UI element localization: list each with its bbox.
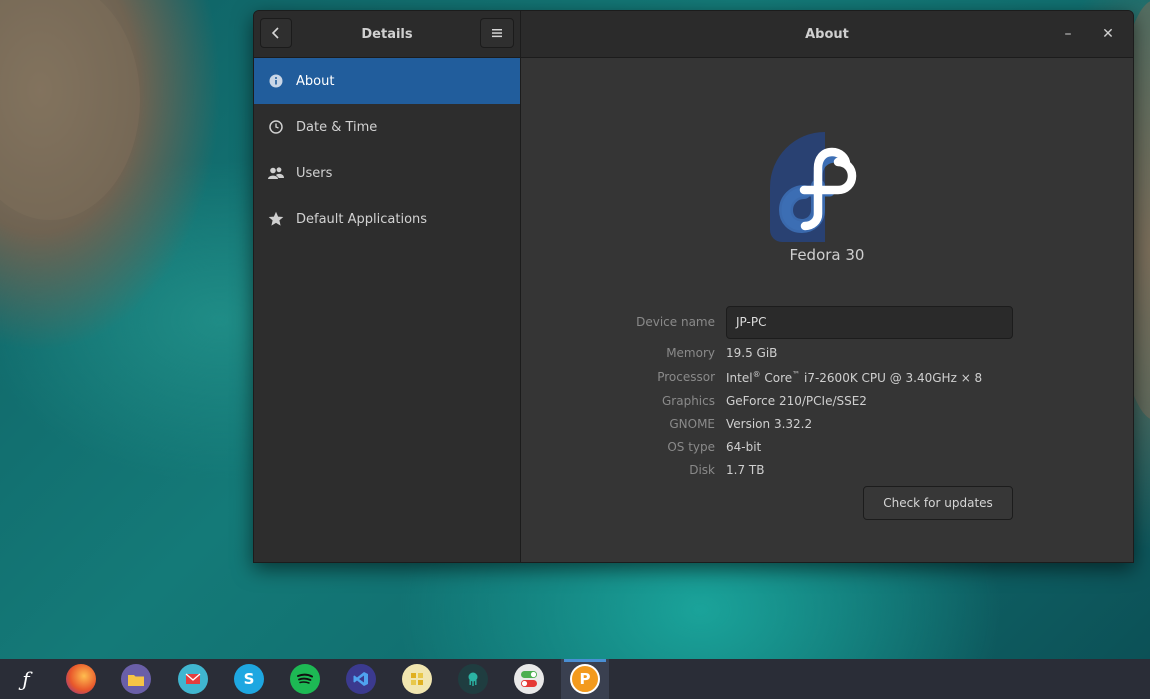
taskbar-app-fedora[interactable]: ƒ <box>9 662 43 696</box>
clock-icon <box>268 119 284 135</box>
vscode-icon <box>346 664 376 694</box>
star-icon <box>268 211 284 227</box>
spec-label: Graphics <box>662 394 715 408</box>
spec-value: 19.5 GiB <box>726 346 778 360</box>
taskbar-app-gitkraken[interactable] <box>456 662 490 696</box>
spec-row-disk: Disk 1.7 TB <box>521 463 1133 485</box>
close-button[interactable]: ✕ <box>1097 23 1119 45</box>
gitkraken-icon <box>458 664 488 694</box>
device-name-field[interactable]: JP-PC <box>726 306 1013 339</box>
taskbar-app-firefox[interactable] <box>64 662 98 696</box>
spec-label: Disk <box>689 463 715 477</box>
spec-value: Version 3.32.2 <box>726 417 813 431</box>
mail-icon <box>178 664 208 694</box>
folder-icon <box>121 664 151 694</box>
notes-icon <box>402 664 432 694</box>
about-panel: Fedora 30 Device name JP-PC Memory 19.5 … <box>521 58 1133 562</box>
fedora-launcher-icon: ƒ <box>22 667 30 691</box>
minimize-button[interactable]: – <box>1057 23 1079 45</box>
sidebar-item-label: Date & Time <box>296 119 378 135</box>
firefox-icon <box>66 664 96 694</box>
chevron-left-icon <box>271 27 279 39</box>
taskbar-app-notes[interactable] <box>400 662 434 696</box>
spec-row-os-type: OS type 64-bit <box>521 440 1133 462</box>
spec-label: OS type <box>667 440 715 454</box>
taskbar-app-files[interactable] <box>119 662 153 696</box>
sidebar-title: Details <box>361 26 413 42</box>
sidebar-item-label: Users <box>296 165 333 181</box>
header-bar: Details About – ✕ <box>254 11 1133 58</box>
minimize-icon: – <box>1064 26 1072 42</box>
sidebar-item-date-time[interactable]: Date & Time <box>254 104 520 150</box>
spec-value: GeForce 210/PCIe/SSE2 <box>726 394 867 408</box>
users-icon <box>268 165 284 181</box>
spec-label: Memory <box>666 346 715 360</box>
spec-row-processor: Processor Intel® Core™ i7-2600K CPU @ 3.… <box>521 370 1133 392</box>
taskbar-app-settings-toggle[interactable] <box>512 662 546 696</box>
sidebar: About Date & Time Users Default Applicat… <box>254 58 521 562</box>
taskbar-app-mail[interactable] <box>176 662 210 696</box>
skype-icon: S <box>234 664 264 694</box>
spec-label: Processor <box>657 370 715 384</box>
sidebar-item-label: About <box>296 73 335 89</box>
desktop-wallpaper-rock <box>0 0 140 220</box>
info-icon <box>268 73 284 89</box>
sidebar-header: Details <box>254 11 521 57</box>
close-icon: ✕ <box>1102 26 1114 42</box>
taskbar-app-skype[interactable]: S <box>232 662 266 696</box>
spec-label: GNOME <box>669 417 715 431</box>
spec-value: 64-bit <box>726 440 762 454</box>
taskbar-app-pinta[interactable]: P <box>564 659 606 696</box>
fedora-logo-icon <box>770 132 880 242</box>
spec-row-memory: Memory 19.5 GiB <box>521 346 1133 368</box>
back-button[interactable] <box>260 18 292 48</box>
spec-row-graphics: Graphics GeForce 210/PCIe/SSE2 <box>521 394 1133 416</box>
spotify-icon <box>290 664 320 694</box>
sidebar-item-label: Default Applications <box>296 211 428 227</box>
check-for-updates-button[interactable]: Check for updates <box>863 486 1013 520</box>
taskbar: ƒ S P <box>0 659 1150 699</box>
toggle-switch-icon <box>514 664 544 694</box>
device-name-label: Device name <box>636 315 715 329</box>
hamburger-menu-icon <box>492 29 502 38</box>
sidebar-item-default-applications[interactable]: Default Applications <box>254 196 520 242</box>
spec-value: 1.7 TB <box>726 463 765 477</box>
distro-name: Fedora 30 <box>789 246 865 264</box>
sidebar-item-about[interactable]: About <box>254 58 520 104</box>
page-title: About <box>805 26 849 42</box>
taskbar-app-vscode[interactable] <box>344 662 378 696</box>
sidebar-item-users[interactable]: Users <box>254 150 520 196</box>
menu-button[interactable] <box>480 18 514 48</box>
spec-row-gnome: GNOME Version 3.32.2 <box>521 417 1133 439</box>
pinta-icon: P <box>570 664 600 694</box>
taskbar-app-spotify[interactable] <box>288 662 322 696</box>
settings-window: Details About – ✕ About Date & Time User… <box>253 10 1134 563</box>
spec-value: Intel® Core™ i7-2600K CPU @ 3.40GHz × 8 <box>726 370 983 385</box>
